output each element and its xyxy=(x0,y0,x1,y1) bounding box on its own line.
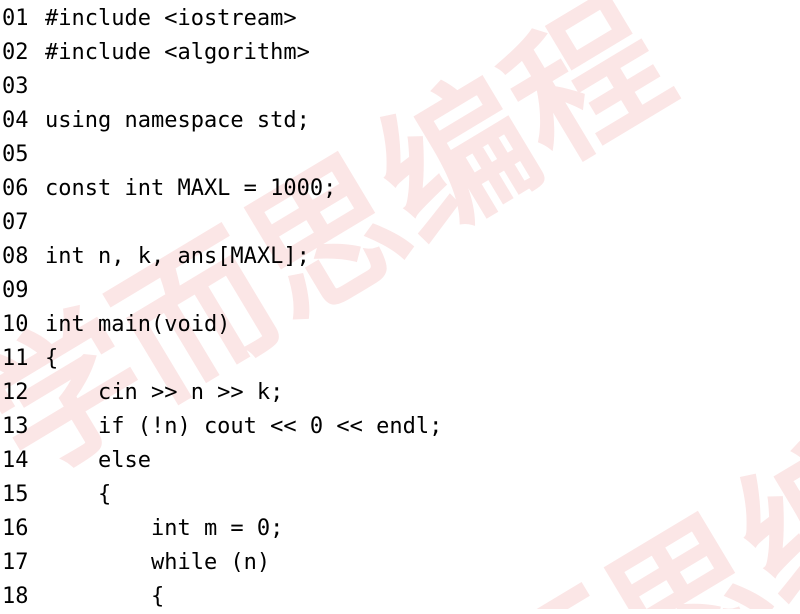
code-line: 17 while (n) xyxy=(0,546,800,580)
code-line: 11 { xyxy=(0,342,800,376)
line-content: { xyxy=(45,346,59,371)
line-content: { xyxy=(45,482,112,507)
line-content: cin >> n >> k; xyxy=(45,380,284,405)
code-line: 01 #include <iostream> xyxy=(0,2,800,36)
line-number: 12 xyxy=(2,380,29,405)
line-number: 03 xyxy=(2,74,29,99)
code-line: 02 #include <algorithm> xyxy=(0,36,800,70)
line-content: #include <algorithm> xyxy=(45,40,310,65)
line-number: 09 xyxy=(2,278,29,303)
line-content: const int MAXL = 1000; xyxy=(45,176,337,201)
code-line: 12 cin >> n >> k; xyxy=(0,376,800,410)
code-line: 13 if (!n) cout << 0 << endl; xyxy=(0,410,800,444)
code-line: 10 int main(void) xyxy=(0,308,800,342)
line-content: #include <iostream> xyxy=(45,6,297,31)
code-line: 03 xyxy=(0,70,800,104)
line-content: while (n) xyxy=(45,550,271,575)
code-line: 06 const int MAXL = 1000; xyxy=(0,172,800,206)
code-line: 08 int n, k, ans[MAXL]; xyxy=(0,240,800,274)
line-number: 14 xyxy=(2,448,29,473)
line-number: 01 xyxy=(2,6,29,31)
line-number: 02 xyxy=(2,40,29,65)
code-line: 04 using namespace std; xyxy=(0,104,800,138)
code-line: 07 xyxy=(0,206,800,240)
line-number: 15 xyxy=(2,482,29,507)
line-content: else xyxy=(45,448,151,473)
line-content: if (!n) cout << 0 << endl; xyxy=(45,414,443,439)
line-number: 13 xyxy=(2,414,29,439)
code-line: 15 { xyxy=(0,478,800,512)
line-number: 04 xyxy=(2,108,29,133)
code-line: 14 else xyxy=(0,444,800,478)
line-number: 10 xyxy=(2,312,29,337)
line-content: int main(void) xyxy=(45,312,231,337)
line-content: int n, k, ans[MAXL]; xyxy=(45,244,310,269)
line-number: 16 xyxy=(2,516,29,541)
line-content: using namespace std; xyxy=(45,108,310,133)
code-line: 16 int m = 0; xyxy=(0,512,800,546)
code-listing: 01 #include <iostream> 02 #include <algo… xyxy=(0,0,800,609)
line-number: 05 xyxy=(2,142,29,167)
line-number: 06 xyxy=(2,176,29,201)
line-number: 07 xyxy=(2,210,29,235)
line-number: 17 xyxy=(2,550,29,575)
line-content: int m = 0; xyxy=(45,516,284,541)
line-number: 11 xyxy=(2,346,29,371)
code-line: 05 xyxy=(0,138,800,172)
line-number: 08 xyxy=(2,244,29,269)
code-line: 09 xyxy=(0,274,800,308)
